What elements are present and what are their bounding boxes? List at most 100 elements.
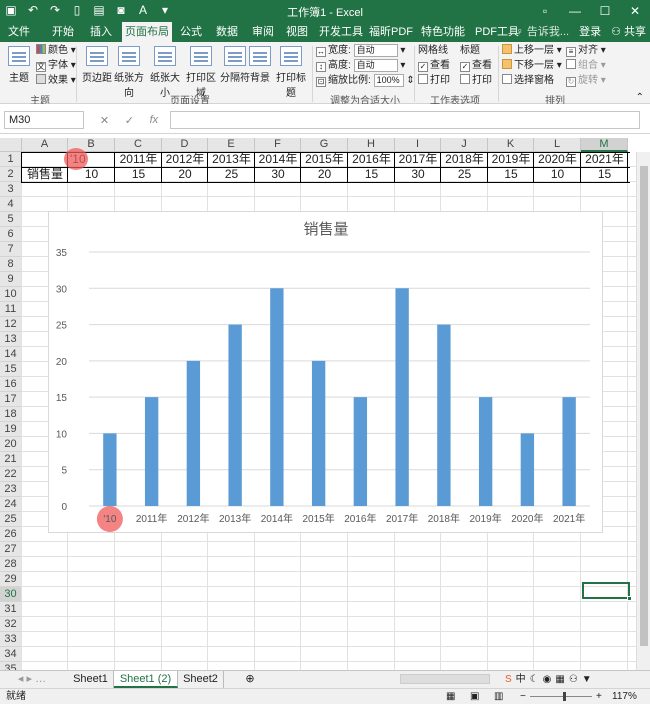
zoom-out-icon[interactable]: −: [520, 689, 526, 704]
tab-view[interactable]: 视图: [280, 22, 314, 42]
headings-print-checkbox[interactable]: 打印: [460, 74, 492, 88]
row-header-16[interactable]: 16: [0, 377, 22, 392]
scroll-thumb[interactable]: [640, 166, 648, 646]
row-header-21[interactable]: 21: [0, 452, 22, 467]
horizontal-scrollbar[interactable]: [400, 674, 490, 684]
row-header-29[interactable]: 29: [0, 572, 22, 587]
tab-review[interactable]: 审阅: [246, 22, 280, 42]
ime-moon-icon[interactable]: ☾: [530, 671, 539, 688]
close-button[interactable]: ✕: [620, 0, 650, 22]
tab-data[interactable]: 数据: [210, 22, 244, 42]
row-header-3[interactable]: 3: [0, 182, 22, 197]
column-header-e[interactable]: E: [208, 138, 255, 152]
row-header-8[interactable]: 8: [0, 257, 22, 272]
row-header-12[interactable]: 12: [0, 317, 22, 332]
cell-a2[interactable]: 销售量: [22, 167, 68, 182]
headings-view-checkbox[interactable]: ✓ 查看: [460, 59, 492, 73]
row-header-34[interactable]: 34: [0, 647, 22, 662]
theme-effects-button[interactable]: 效果 ▾: [36, 74, 76, 88]
vertical-scrollbar[interactable]: [636, 152, 650, 670]
background-button[interactable]: 背景: [246, 46, 274, 84]
row-header-5[interactable]: 5: [0, 212, 22, 227]
ribbon-display-icon[interactable]: ▫: [530, 0, 560, 22]
themes-button[interactable]: 主题: [2, 46, 36, 84]
align-button[interactable]: ≡ 对齐 ▾: [566, 44, 606, 58]
fill-handle[interactable]: [627, 596, 632, 601]
bar-chart[interactable]: 销售量 0 5 10 15 20 25 30 35 2011年 2012年 2013年 2014年 201…: [48, 211, 603, 533]
row-header-19[interactable]: 19: [0, 422, 22, 437]
tab-file[interactable]: 文件: [2, 22, 36, 42]
ime-chinese-icon[interactable]: 中: [516, 671, 526, 688]
page-layout-view-icon[interactable]: ▣: [470, 689, 479, 704]
print-titles-button[interactable]: 打印标题: [272, 46, 310, 99]
cell-j1[interactable]: 2018年: [441, 152, 488, 167]
column-header-a[interactable]: A: [22, 138, 68, 152]
row-header-1[interactable]: 1: [0, 152, 22, 167]
cell-d1[interactable]: 2012年: [162, 152, 208, 167]
row-header-33[interactable]: 33: [0, 632, 22, 647]
collapse-ribbon-icon[interactable]: ⌃: [636, 92, 644, 103]
normal-view-icon[interactable]: ▦: [446, 689, 455, 704]
page-break-view-icon[interactable]: ▥: [494, 689, 503, 704]
cell-h2[interactable]: 15: [348, 167, 395, 182]
scale-input[interactable]: 100%: [373, 74, 404, 87]
ime-user-icon[interactable]: ⚇: [569, 671, 578, 688]
login-link[interactable]: 登录: [579, 22, 601, 42]
ime-mic-icon[interactable]: ◉: [543, 671, 552, 688]
enter-icon[interactable]: ✓: [125, 114, 134, 127]
column-header-i[interactable]: I: [395, 138, 441, 152]
zoom-thumb[interactable]: [563, 692, 566, 701]
row-header-6[interactable]: 6: [0, 227, 22, 242]
selected-cell-m30[interactable]: [582, 582, 632, 601]
cell-l2[interactable]: 10: [534, 167, 581, 182]
add-sheet-icon[interactable]: ⊕: [240, 671, 260, 688]
sheet-tab-2[interactable]: Sheet1 (2): [114, 671, 178, 688]
cell-f2[interactable]: 30: [255, 167, 301, 182]
sheet-tab-3[interactable]: Sheet2: [178, 671, 224, 688]
column-header-j[interactable]: J: [441, 138, 488, 152]
share-button[interactable]: ⚇ 共享: [611, 22, 646, 42]
gridlines-print-checkbox[interactable]: 打印: [418, 74, 450, 88]
sheet-tab-1[interactable]: Sheet1: [68, 671, 114, 688]
row-header-17[interactable]: 17: [0, 392, 22, 407]
formula-input[interactable]: [170, 111, 640, 129]
group-objects-button[interactable]: 组合 ▾: [566, 59, 606, 73]
row-header-14[interactable]: 14: [0, 347, 22, 362]
ime-shirt-icon[interactable]: ▼: [582, 671, 592, 688]
cell-k1[interactable]: 2019年: [488, 152, 534, 167]
send-backward-button[interactable]: 下移一层 ▾: [502, 59, 562, 73]
width-select[interactable]: 自动: [353, 44, 398, 57]
cell-g1[interactable]: 2015年: [301, 152, 348, 167]
sogou-icon[interactable]: S: [505, 671, 512, 688]
column-header-f[interactable]: F: [255, 138, 301, 152]
row-header-24[interactable]: 24: [0, 497, 22, 512]
cell-c2[interactable]: 15: [115, 167, 162, 182]
minimize-button[interactable]: —: [560, 0, 590, 22]
theme-fonts-button[interactable]: 文字体 ▾: [36, 59, 76, 73]
select-all-corner[interactable]: [0, 138, 22, 152]
row-header-20[interactable]: 20: [0, 437, 22, 452]
cell-g2[interactable]: 20: [301, 167, 348, 182]
cell-i1[interactable]: 2017年: [395, 152, 441, 167]
cell-k2[interactable]: 15: [488, 167, 534, 182]
column-header-d[interactable]: D: [162, 138, 208, 152]
theme-colors-button[interactable]: 颜色 ▾: [36, 44, 76, 58]
tab-insert[interactable]: 插入: [84, 22, 118, 42]
sheet-nav-arrows[interactable]: ◂ ▸ …: [2, 671, 62, 688]
margins-button[interactable]: 页边距: [80, 46, 114, 84]
insert-function-icon[interactable]: fx: [150, 114, 159, 126]
row-header-9[interactable]: 9: [0, 272, 22, 287]
row-header-2[interactable]: 2: [0, 167, 22, 182]
cell-m1[interactable]: 2021年: [581, 152, 628, 167]
cell-c1[interactable]: 2011年: [115, 152, 162, 167]
cell-a1[interactable]: [22, 152, 68, 167]
row-header-22[interactable]: 22: [0, 467, 22, 482]
cell-e2[interactable]: 25: [208, 167, 255, 182]
tab-features[interactable]: 特色功能: [418, 22, 468, 42]
cell-l1[interactable]: 2020年: [534, 152, 581, 167]
row-header-7[interactable]: 7: [0, 242, 22, 257]
tab-foxit-pdf[interactable]: 福昕PDF: [366, 22, 416, 42]
row-header-31[interactable]: 31: [0, 602, 22, 617]
zoom-slider[interactable]: [530, 696, 592, 697]
tell-me-input[interactable]: ♀ 告诉我...: [516, 22, 569, 42]
